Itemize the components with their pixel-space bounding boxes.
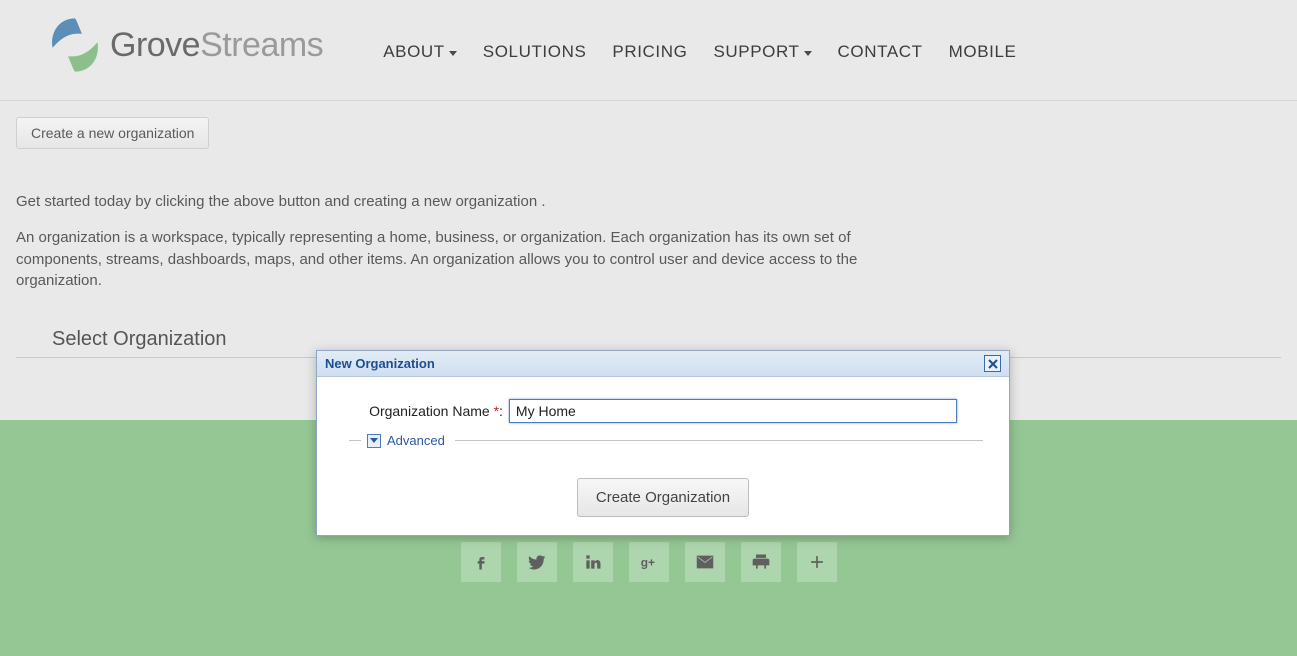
required-asterisk: * xyxy=(490,403,499,419)
twitter-icon[interactable] xyxy=(517,542,557,582)
google-plus-icon[interactable]: g+ xyxy=(629,542,669,582)
dialog-title: New Organization xyxy=(325,356,435,371)
nav-label: ABOUT xyxy=(383,42,445,62)
svg-text:g+: g+ xyxy=(640,556,654,570)
intro-paragraph-2: An organization is a workspace, typicall… xyxy=(16,227,886,292)
logo-icon xyxy=(40,10,110,80)
nav-contact[interactable]: CONTACT xyxy=(838,42,923,62)
nav-label: CONTACT xyxy=(838,42,923,62)
dialog-titlebar[interactable]: New Organization xyxy=(317,351,1009,377)
dialog-actions: Create Organization xyxy=(343,478,983,517)
print-icon[interactable] xyxy=(741,542,781,582)
chevron-down-icon xyxy=(449,51,457,56)
nav-support[interactable]: SUPPORT xyxy=(713,42,811,62)
logo-text-part2: Streams xyxy=(200,26,323,64)
dialog-body: Organization Name *: Advanced Create Org… xyxy=(317,377,1009,535)
nav-solutions[interactable]: SOLUTIONS xyxy=(483,42,587,62)
social-bar: g+ xyxy=(461,542,837,582)
main-content: Create a new organization Get started to… xyxy=(0,101,1297,358)
logo[interactable]: GroveStreams xyxy=(40,10,323,80)
logo-text-part1: Grove xyxy=(110,26,200,64)
nav-label: SUPPORT xyxy=(713,42,799,62)
linkedin-icon[interactable] xyxy=(573,542,613,582)
divider xyxy=(455,440,983,441)
email-icon[interactable] xyxy=(685,542,725,582)
close-icon[interactable] xyxy=(984,355,1001,372)
nav-pricing[interactable]: PRICING xyxy=(612,42,687,62)
divider xyxy=(349,440,361,441)
org-name-label: Organization Name *: xyxy=(369,403,503,419)
create-organization-button[interactable]: Create a new organization xyxy=(16,117,209,149)
intro-text: Get started today by clicking the above … xyxy=(16,191,886,292)
chevron-down-icon xyxy=(370,438,378,443)
nav-label: SOLUTIONS xyxy=(483,42,587,62)
new-organization-dialog: New Organization Organization Name *: Ad… xyxy=(316,350,1010,536)
nav-label: PRICING xyxy=(612,42,687,62)
nav-mobile[interactable]: MOBILE xyxy=(949,42,1017,62)
advanced-toggle[interactable] xyxy=(367,434,381,448)
intro-paragraph-1: Get started today by clicking the above … xyxy=(16,191,886,213)
nav: ABOUT SOLUTIONS PRICING SUPPORT CONTACT … xyxy=(383,42,1016,62)
org-name-label-text: Organization Name xyxy=(369,403,490,419)
org-name-input[interactable] xyxy=(509,399,957,423)
chevron-down-icon xyxy=(804,51,812,56)
nav-label: MOBILE xyxy=(949,42,1017,62)
advanced-label: Advanced xyxy=(387,433,445,448)
create-organization-submit[interactable]: Create Organization xyxy=(577,478,749,517)
advanced-toggle-row: Advanced xyxy=(349,433,983,448)
facebook-icon[interactable] xyxy=(461,542,501,582)
logo-text: GroveStreams xyxy=(110,26,323,65)
nav-about[interactable]: ABOUT xyxy=(383,42,457,62)
org-name-field: Organization Name *: xyxy=(343,399,983,423)
more-icon[interactable] xyxy=(797,542,837,582)
header: GroveStreams ABOUT SOLUTIONS PRICING SUP… xyxy=(0,0,1297,101)
